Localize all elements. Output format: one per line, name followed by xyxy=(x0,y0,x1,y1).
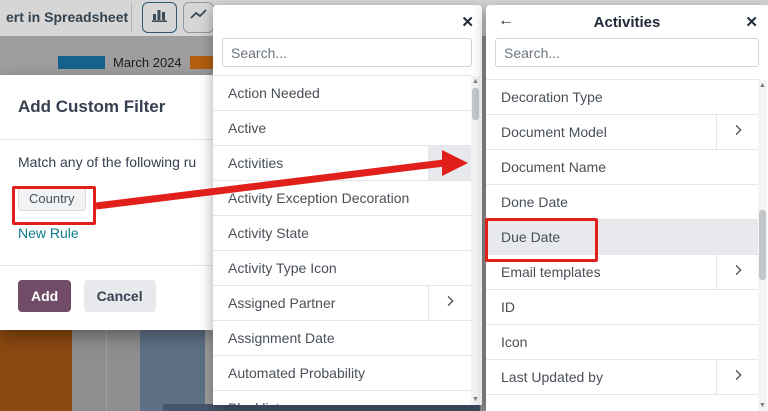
scrollbar-thumb[interactable] xyxy=(759,210,766,280)
list-item-due-date[interactable]: Due Date xyxy=(486,220,759,255)
document-model-expand-target[interactable] xyxy=(716,115,759,149)
insert-in-spreadsheet-button[interactable]: ert in Spreadsheet xyxy=(6,9,128,25)
activities-subpanel: ← Activities ✕ Decoration Type Document … xyxy=(486,5,768,411)
scroll-up-icon[interactable]: ▲ xyxy=(758,81,767,90)
chart-bar-divider xyxy=(106,330,107,411)
add-custom-filter-dialog: Add Custom Filter Match any of the follo… xyxy=(0,75,214,330)
chart-axis-strip xyxy=(163,404,480,411)
list-item-last-updated-by[interactable]: Last Updated by xyxy=(486,360,759,395)
list-item-decoration-type[interactable]: Decoration Type xyxy=(486,80,759,115)
line-chart-view-button[interactable] xyxy=(183,2,214,33)
field-list: Action Needed Active Activities Activity… xyxy=(213,75,471,405)
list-item-activities[interactable]: Activities xyxy=(213,146,471,181)
activities-list-scrollbar[interactable]: ▲ ▼ xyxy=(758,80,767,411)
scroll-down-icon[interactable]: ▼ xyxy=(471,395,480,404)
bar-chart-icon xyxy=(151,7,169,28)
activities-expand-target[interactable] xyxy=(428,146,471,180)
scroll-up-icon[interactable]: ▲ xyxy=(471,77,480,86)
bar-chart-view-button[interactable] xyxy=(142,2,177,33)
list-item-email-templates[interactable]: Email templates xyxy=(486,255,759,290)
legend-label: March 2024 xyxy=(113,55,182,70)
scrollbar-thumb[interactable] xyxy=(472,88,479,120)
list-item-activity-state[interactable]: Activity State xyxy=(213,216,471,251)
chevron-right-icon xyxy=(730,367,746,388)
toolbar-divider xyxy=(131,3,132,32)
list-item-document-name[interactable]: Document Name xyxy=(486,150,759,185)
list-item-active[interactable]: Active xyxy=(213,111,471,146)
close-icon[interactable]: ✕ xyxy=(461,13,474,31)
chevron-right-icon xyxy=(442,153,458,174)
last-updated-by-expand-target[interactable] xyxy=(716,360,759,394)
list-item-action-needed[interactable]: Action Needed xyxy=(213,76,471,111)
dialog-title: Add Custom Filter xyxy=(18,97,165,117)
close-icon[interactable]: ✕ xyxy=(745,13,758,31)
list-item-assignment-date[interactable]: Assignment Date xyxy=(213,321,471,356)
new-rule-link[interactable]: New Rule xyxy=(18,225,214,241)
line-chart-icon xyxy=(190,7,208,28)
dialog-footer: Add Cancel xyxy=(0,265,214,312)
dialog-header: Add Custom Filter xyxy=(0,75,214,140)
add-button[interactable]: Add xyxy=(18,280,71,312)
scroll-down-icon[interactable]: ▼ xyxy=(758,401,767,410)
chart-legend: March 2024 xyxy=(58,55,237,70)
list-item-done-date[interactable]: Done Date xyxy=(486,185,759,220)
list-item-activity-exception-decoration[interactable]: Activity Exception Decoration xyxy=(213,181,471,216)
list-item-id[interactable]: ID xyxy=(486,290,759,325)
legend-blue-swatch xyxy=(58,56,105,69)
email-templates-expand-target[interactable] xyxy=(716,255,759,289)
subpanel-title: Activities xyxy=(486,14,768,31)
list-item-document-model[interactable]: Document Model xyxy=(486,115,759,150)
field-search-input[interactable] xyxy=(222,38,472,67)
list-item-activity-type-icon[interactable]: Activity Type Icon xyxy=(213,251,471,286)
chart-bar-orange xyxy=(0,330,72,411)
chevron-right-icon xyxy=(730,122,746,143)
list-item-icon[interactable]: Icon xyxy=(486,325,759,360)
field-list-scrollbar[interactable]: ▲ ▼ xyxy=(471,76,480,405)
match-rules-text: Match any of the following ru xyxy=(18,154,214,170)
list-item-automated-probability[interactable]: Automated Probability xyxy=(213,356,471,391)
chevron-right-icon xyxy=(730,262,746,283)
list-item-assigned-partner[interactable]: Assigned Partner xyxy=(213,286,471,321)
activities-field-list: Decoration Type Document Model Document … xyxy=(486,79,759,411)
list-item-blacklist[interactable]: Blacklist xyxy=(213,391,471,405)
assigned-partner-expand-target[interactable] xyxy=(428,286,471,320)
screen: ert in Spreadsheet March 2024 Add Custom… xyxy=(0,0,768,411)
cancel-button[interactable]: Cancel xyxy=(84,280,156,312)
chevron-right-icon xyxy=(442,293,458,314)
chart-bar-slate xyxy=(140,330,205,411)
subpanel-search-input[interactable] xyxy=(495,38,759,67)
rule-field-chip-country[interactable]: Country xyxy=(18,186,86,211)
field-select-dropdown: ✕ Action Needed Active Activities Activi… xyxy=(213,5,482,405)
dialog-body: Match any of the following ru Country Ne… xyxy=(0,140,214,265)
